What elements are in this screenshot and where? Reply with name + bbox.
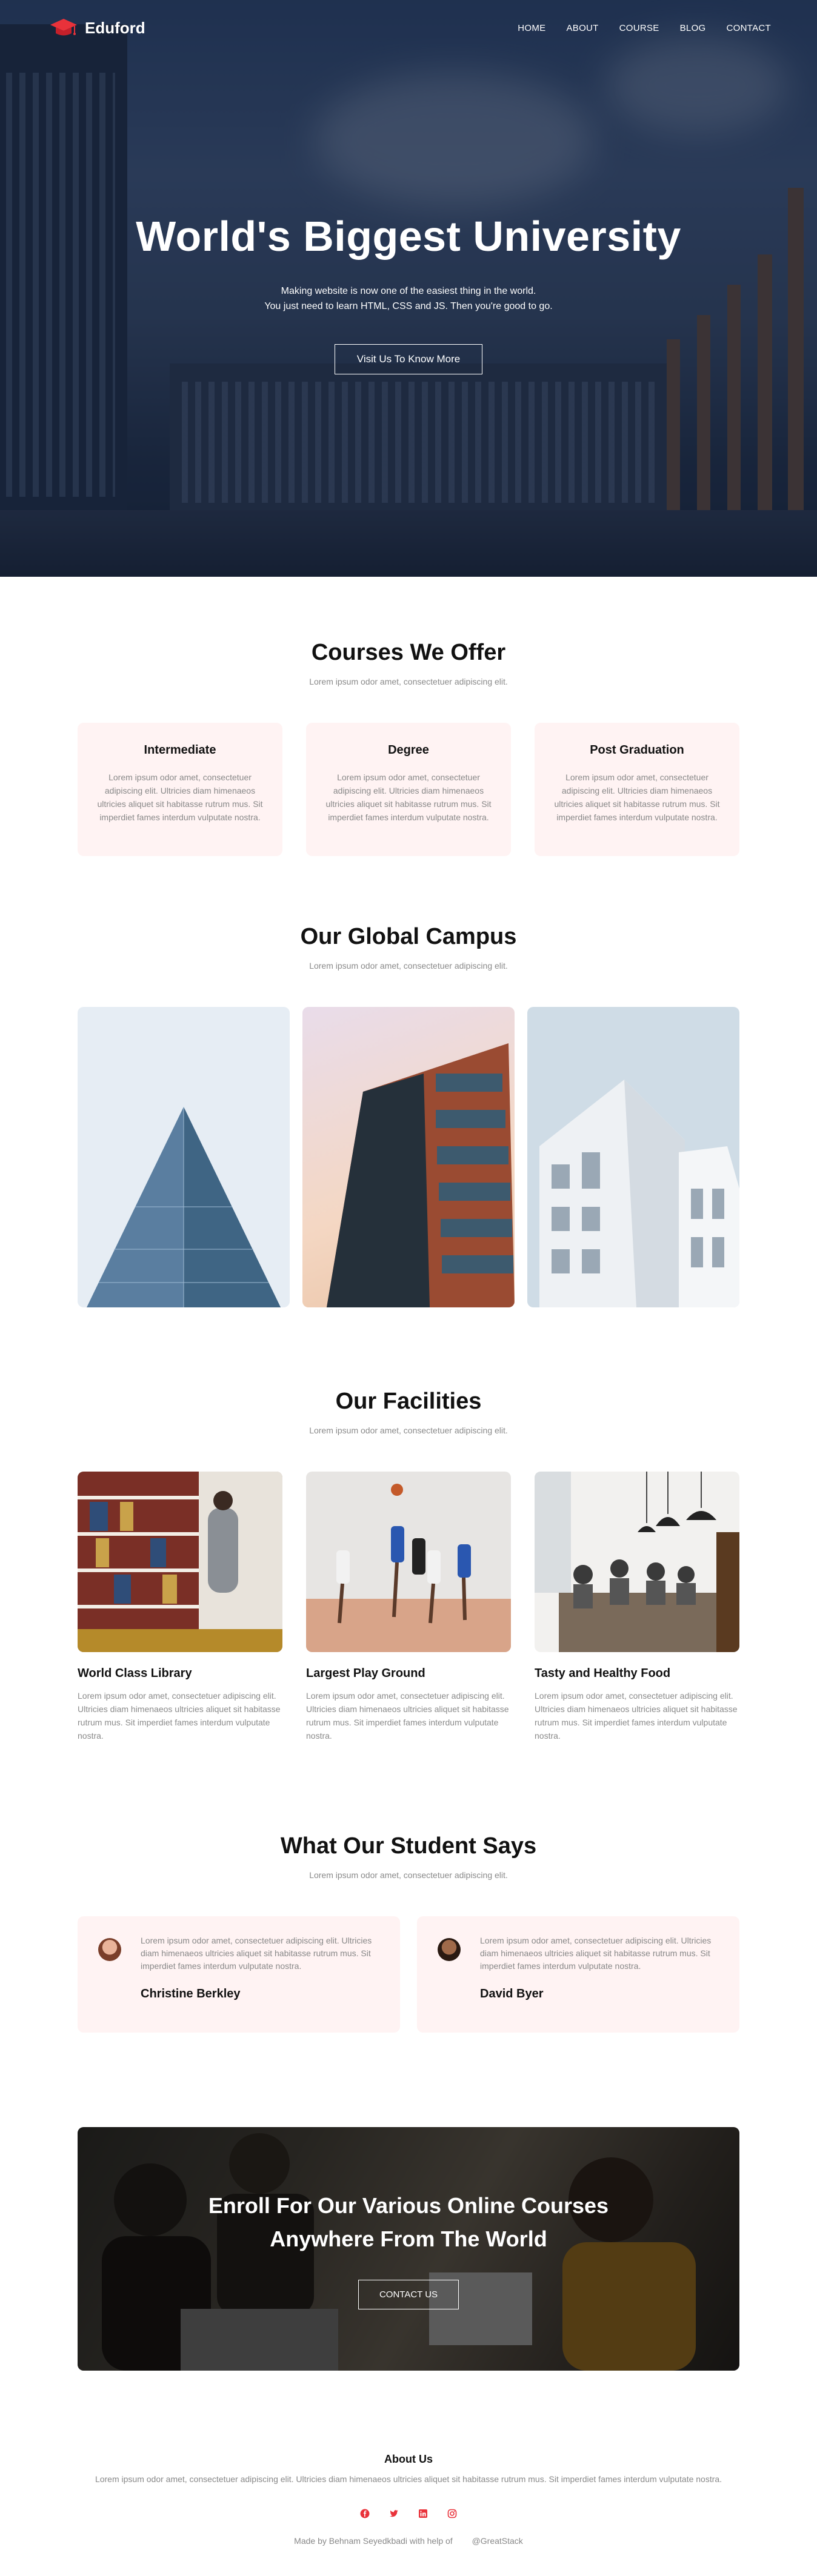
nav-link-blog[interactable]: BLOG — [680, 23, 706, 33]
cta-content: Enroll For Our Various Online Courses An… — [78, 2127, 739, 2371]
nav-link-contact[interactable]: CONTACT — [727, 23, 771, 33]
brand-logo-link[interactable]: Eduford — [50, 18, 145, 38]
facebook-icon[interactable] — [359, 2508, 370, 2519]
cta-title-line-2: Anywhere From The World — [270, 2226, 547, 2251]
testimonial-name: David Byer — [480, 1987, 544, 2000]
avatar — [438, 1938, 461, 1961]
facility-title: World Class Library — [78, 1667, 192, 1680]
course-card-title: Intermediate — [144, 743, 216, 757]
twitter-icon[interactable] — [388, 2508, 399, 2519]
courses-section: Courses We Offer Lorem ipsum odor amet, … — [0, 577, 817, 856]
visit-us-button[interactable]: Visit Us To Know More — [334, 344, 483, 374]
facilities-section: Our Facilities Lorem ipsum odor amet, co… — [0, 1307, 817, 1742]
facility-card-food: Tasty and Healthy Food Lorem ipsum odor … — [535, 1472, 739, 1742]
footer: About Us Lorem ipsum odor amet, consecte… — [0, 2371, 817, 2555]
library-image — [78, 1472, 282, 1652]
footer-credit: Made by Behnam Seyedkbadi with help of @… — [0, 2536, 817, 2546]
playground-image — [306, 1472, 511, 1652]
course-card-title: Degree — [388, 743, 429, 757]
facilities-subtitle: Lorem ipsum odor amet, consectetuer adip… — [309, 1426, 508, 1435]
main-nav: Eduford HOME ABOUT COURSE BLOG CONTACT — [0, 0, 817, 56]
brand-name: Eduford — [85, 18, 145, 37]
course-card-degree: Degree Lorem ipsum odor amet, consectetu… — [306, 723, 511, 856]
social-links — [0, 2508, 817, 2519]
graduation-cap-icon — [50, 18, 78, 38]
campus-image-tower[interactable] — [302, 1007, 515, 1307]
campus-image-building[interactable] — [527, 1007, 739, 1307]
cta-title-line-1: Enroll For Our Various Online Courses — [208, 2193, 609, 2218]
cta-section: Enroll For Our Various Online Courses An… — [0, 2033, 817, 2371]
nav-links: HOME ABOUT COURSE BLOG CONTACT — [518, 23, 771, 33]
testimonials-subtitle: Lorem ipsum odor amet, consectetuer adip… — [309, 1870, 508, 1880]
course-card-intermediate: Intermediate Lorem ipsum odor amet, cons… — [78, 723, 282, 856]
footer-credit-link[interactable]: @GreatStack — [472, 2536, 523, 2546]
testimonial-text: Lorem ipsum odor amet, consectetuer adip… — [141, 1936, 372, 1971]
hero-title: World's Biggest University — [136, 213, 681, 260]
testimonial-card: Lorem ipsum odor amet, consectetuer adip… — [78, 1916, 400, 2033]
hero-subtitle-line-2: You just need to learn HTML, CSS and JS.… — [264, 301, 553, 311]
hero-subtitle-line-1: Making website is now one of the easiest… — [281, 286, 536, 296]
instagram-icon[interactable] — [447, 2508, 458, 2519]
cta-title: Enroll For Our Various Online Courses An… — [208, 2189, 609, 2256]
course-card-text: Lorem ipsum odor amet, consectetuer adip… — [554, 772, 720, 822]
testimonials-grid: Lorem ipsum odor amet, consectetuer adip… — [78, 1916, 739, 2033]
testimonial-name: Christine Berkley — [141, 1987, 241, 2000]
facilities-grid: World Class Library Lorem ipsum odor ame… — [78, 1472, 739, 1742]
testimonial-text: Lorem ipsum odor amet, consectetuer adip… — [480, 1936, 712, 1971]
facility-title: Largest Play Ground — [306, 1667, 425, 1680]
campus-section: Our Global Campus Lorem ipsum odor amet,… — [0, 856, 817, 1307]
testimonial-card: Lorem ipsum odor amet, consectetuer adip… — [417, 1916, 739, 2033]
hero-section: Eduford HOME ABOUT COURSE BLOG CONTACT W… — [0, 0, 817, 577]
hero-subtitle: Making website is now one of the easiest… — [0, 284, 817, 314]
course-card-text: Lorem ipsum odor amet, consectetuer adip… — [325, 772, 492, 822]
contact-us-button[interactable]: CONTACT US — [358, 2279, 459, 2309]
cafeteria-image — [535, 1472, 739, 1652]
campus-grid — [78, 1007, 739, 1307]
courses-title: Courses We Offer — [311, 640, 506, 665]
courses-subtitle: Lorem ipsum odor amet, consectetuer adip… — [309, 677, 508, 686]
facility-card-playground: Largest Play Ground Lorem ipsum odor ame… — [306, 1472, 511, 1742]
course-card-title: Post Graduation — [590, 743, 684, 757]
testimonials-section: What Our Student Says Lorem ipsum odor a… — [0, 1742, 817, 2033]
campus-image-pyramid[interactable] — [78, 1007, 290, 1307]
linkedin-icon[interactable] — [418, 2508, 429, 2519]
avatar — [98, 1938, 121, 1961]
course-card-post-graduation: Post Graduation Lorem ipsum odor amet, c… — [535, 723, 739, 856]
footer-title: About Us — [384, 2453, 433, 2465]
facility-text: Lorem ipsum odor amet, consectetuer adip… — [535, 1691, 738, 1741]
facility-card-library: World Class Library Lorem ipsum odor ame… — [78, 1472, 282, 1742]
testimonials-title: What Our Student Says — [280, 1833, 537, 1859]
campus-subtitle: Lorem ipsum odor amet, consectetuer adip… — [309, 961, 508, 971]
facility-text: Lorem ipsum odor amet, consectetuer adip… — [306, 1691, 509, 1741]
courses-grid: Intermediate Lorem ipsum odor amet, cons… — [78, 723, 739, 856]
facilities-title: Our Facilities — [335, 1389, 482, 1414]
facility-text: Lorem ipsum odor amet, consectetuer adip… — [78, 1691, 281, 1741]
nav-link-about[interactable]: ABOUT — [566, 23, 598, 33]
nav-link-course[interactable]: COURSE — [619, 23, 659, 33]
footer-text: Lorem ipsum odor amet, consectetuer adip… — [95, 2474, 722, 2484]
course-card-text: Lorem ipsum odor amet, consectetuer adip… — [97, 772, 263, 822]
footer-credit-text: Made by Behnam Seyedkbadi with help of — [294, 2536, 453, 2546]
nav-link-home[interactable]: HOME — [518, 23, 545, 33]
hero-content: World's Biggest University Making websit… — [0, 212, 817, 374]
facility-title: Tasty and Healthy Food — [535, 1667, 671, 1680]
campus-title: Our Global Campus — [300, 924, 517, 949]
cta-banner: Enroll For Our Various Online Courses An… — [78, 2127, 739, 2371]
